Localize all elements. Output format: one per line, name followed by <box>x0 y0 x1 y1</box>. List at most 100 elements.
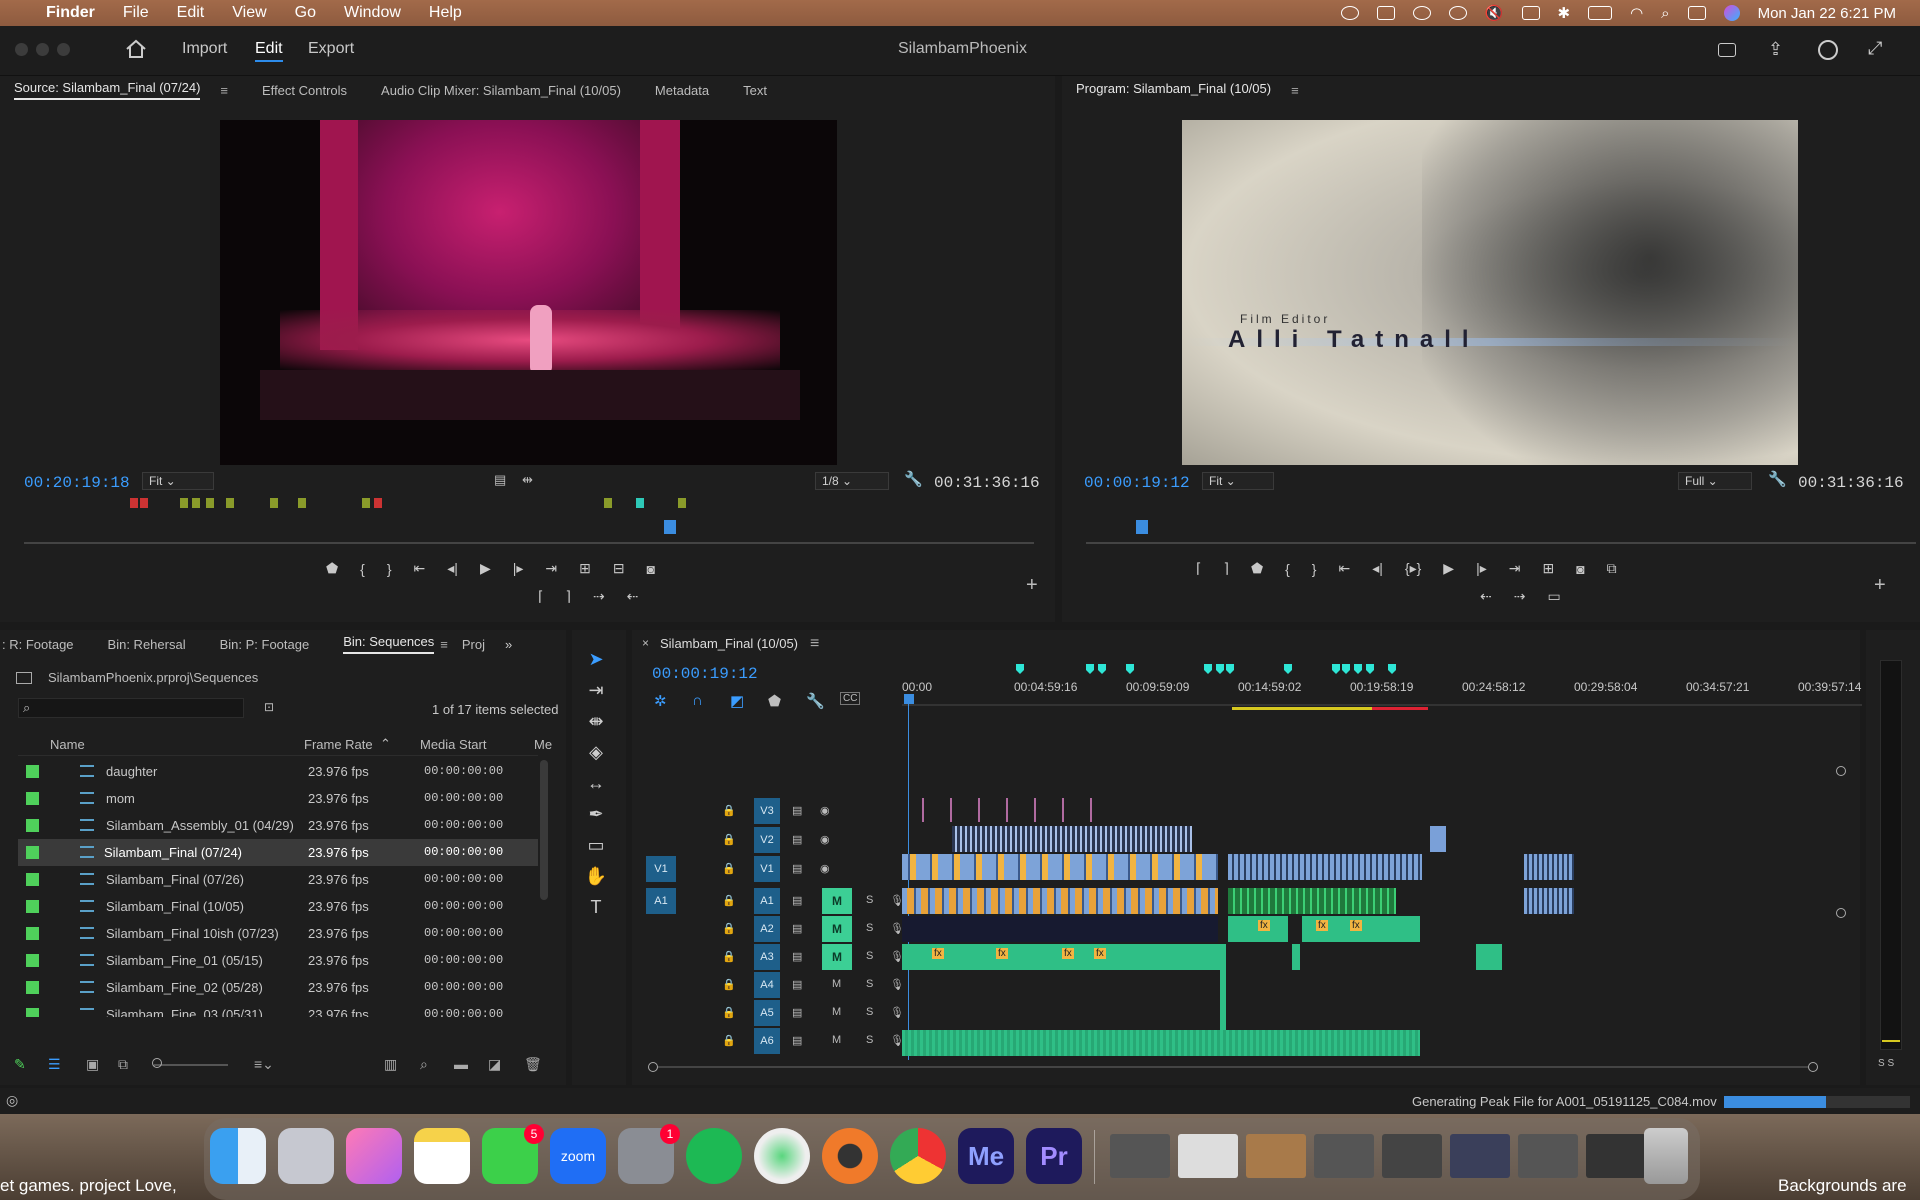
tab-bin-footage-r[interactable]: : R: Footage <box>2 637 74 652</box>
sequence-marker[interactable] <box>1226 664 1234 674</box>
menu-help[interactable]: Help <box>429 4 462 22</box>
lock-icon[interactable]: 🔒 <box>722 1034 736 1047</box>
track-target-a2[interactable]: A2 <box>754 916 780 942</box>
col-frame-rate[interactable]: Frame Rate <box>304 737 373 752</box>
menu-clock[interactable]: Mon Jan 22 6:21 PM <box>1758 5 1896 22</box>
fx-badge[interactable]: fx <box>1316 920 1328 931</box>
source-timecode[interactable]: 00:20:19:18 <box>24 474 130 492</box>
timeline-playhead-head[interactable] <box>904 694 914 704</box>
sequence-marker[interactable] <box>1126 664 1134 674</box>
zoom-app-icon[interactable]: zoom <box>550 1128 606 1184</box>
go-to-next-edit-icon[interactable]: ⇢ <box>593 588 605 605</box>
find-icon[interactable]: ⌕ <box>420 1056 428 1073</box>
play-program-icon[interactable]: ▶ <box>1443 560 1454 577</box>
menu-app-name[interactable]: Finder <box>46 4 95 22</box>
step-back-icon[interactable]: ◂| <box>447 560 458 577</box>
pen-tool-icon[interactable]: ✒ <box>582 799 610 830</box>
compare-icon[interactable]: ⧉ <box>1607 560 1617 577</box>
control-center-icon[interactable] <box>1687 6 1706 20</box>
label-color-swatch[interactable] <box>26 1008 39 1017</box>
clip-v1-b[interactable] <box>1228 854 1422 880</box>
close-sequence-icon[interactable]: × <box>642 636 649 650</box>
lock-icon[interactable]: 🔒 <box>722 833 736 846</box>
zoom-slider[interactable] <box>154 1064 228 1066</box>
lift-icon[interactable]: ⊞ <box>1542 560 1554 577</box>
add-marker-icon[interactable]: ⬟ <box>326 560 338 577</box>
track-target-a6[interactable]: A6 <box>754 1028 780 1054</box>
solo-button[interactable]: S <box>866 950 873 962</box>
siri-icon[interactable] <box>1723 5 1740 21</box>
bin-row[interactable]: daughter 23.976 fps 00:00:00:00 <box>18 758 538 785</box>
tab-sequence[interactable]: Silambam_Final (10/05) <box>660 636 798 651</box>
eye-icon[interactable]: ◉ <box>820 862 830 875</box>
bin-row[interactable]: Silambam_Assembly_01 (04/29) 23.976 fps 00… <box>18 812 538 839</box>
label-color-swatch[interactable] <box>26 792 39 805</box>
share-icon[interactable]: ⇪ <box>1768 39 1783 60</box>
creative-cloud-icon[interactable] <box>1340 6 1359 20</box>
tab-bin-rehersal[interactable]: Bin: Rehersal <box>108 637 186 652</box>
export-frame-icon[interactable]: ◙ <box>647 561 655 577</box>
col-more[interactable]: Me <box>534 737 552 752</box>
clip-v3[interactable] <box>912 798 1102 822</box>
lock-icon[interactable]: 🔒 <box>722 804 736 817</box>
minimize-window-button[interactable] <box>36 43 49 56</box>
menu-view[interactable]: View <box>232 4 266 22</box>
messages-icon[interactable]: 5 <box>482 1124 544 1184</box>
mute-button[interactable]: M <box>822 888 852 914</box>
clip-v2-end[interactable] <box>1430 826 1446 852</box>
tab-bin-sequences[interactable]: Bin: Sequences <box>343 634 435 654</box>
timeline-tracks-area[interactable]: fx fx fx fx fx fx fx <box>902 798 1842 1060</box>
sync-lock-icon[interactable]: ▤ <box>792 894 802 907</box>
home-icon[interactable] <box>125 39 147 59</box>
write-protect-icon[interactable]: ✎ <box>14 1056 26 1073</box>
program-timecode[interactable]: 00:00:19:12 <box>1084 474 1190 492</box>
minimized-window-thumbnail[interactable] <box>1246 1134 1306 1178</box>
minimized-window-thumbnail[interactable] <box>1518 1134 1578 1178</box>
ripple-edit-tool-icon[interactable]: ⇼ <box>582 706 610 737</box>
premiere-pro-icon[interactable]: Pr <box>1026 1128 1082 1184</box>
sync-lock-icon[interactable]: ▤ <box>792 950 802 963</box>
clip-v1-a[interactable] <box>902 854 1218 880</box>
sync-lock-icon[interactable]: ▤ <box>792 862 802 875</box>
go-to-prev-edit-icon[interactable]: ⇠ <box>627 588 639 605</box>
nest-icon[interactable]: ✲ <box>654 692 667 710</box>
solo-button[interactable]: S <box>866 978 873 990</box>
label-color-swatch[interactable] <box>26 927 39 940</box>
minimized-window-thumbnail[interactable] <box>1450 1134 1510 1178</box>
lock-icon[interactable]: 🔒 <box>722 862 736 875</box>
tab-source[interactable]: Source: Silambam_Final (07/24) <box>14 80 201 100</box>
label-color-swatch[interactable] <box>26 819 39 832</box>
tab-effect-controls[interactable]: Effect Controls <box>262 83 347 98</box>
safe-margins-icon[interactable]: ▤ <box>494 472 506 488</box>
play-icon[interactable]: ▶ <box>480 560 491 577</box>
notes-icon[interactable] <box>414 1128 470 1184</box>
bin-scrollbar[interactable] <box>540 760 548 900</box>
sequence-marker[interactable] <box>1366 664 1374 674</box>
sequence-marker[interactable] <box>1204 664 1212 674</box>
minimized-window-thumbnail[interactable] <box>1586 1134 1646 1178</box>
automate-sequence-icon[interactable]: ▥ <box>384 1056 397 1073</box>
go-to-in-program-icon[interactable]: ⇤ <box>1338 560 1350 577</box>
source-scrub-bar[interactable] <box>24 542 1034 544</box>
insert-icon[interactable]: ⊞ <box>579 560 591 577</box>
sequence-marker[interactable] <box>1216 664 1224 674</box>
mark-in-brace-icon[interactable]: { <box>1285 561 1290 577</box>
minimized-window-thumbnail[interactable] <box>1110 1134 1170 1178</box>
source-patch-a1[interactable]: A1 <box>646 888 676 914</box>
sequence-marker[interactable] <box>1016 664 1024 674</box>
go-to-out-icon[interactable]: ⇥ <box>545 560 557 577</box>
close-window-button[interactable] <box>15 43 28 56</box>
fx-badge[interactable]: fx <box>1258 920 1270 931</box>
clip-a3[interactable]: fx fx fx fx <box>902 944 1226 970</box>
clip-a2-c[interactable]: fx fx <box>1302 916 1420 942</box>
origin-icon[interactable] <box>822 1128 878 1184</box>
tab-text[interactable]: Text <box>743 83 767 98</box>
trash-icon[interactable] <box>1644 1128 1688 1184</box>
new-item-icon[interactable]: ◪ <box>488 1056 501 1073</box>
source-resolution-dropdown[interactable]: 1/8 ⌄ <box>815 472 889 490</box>
clip-a4-a5[interactable] <box>1220 970 1226 1030</box>
vr-video-icon[interactable]: ▭ <box>1547 588 1560 605</box>
extract-icon[interactable]: ⇠ <box>1480 588 1492 605</box>
notification-icon[interactable] <box>1376 6 1395 20</box>
tab-project[interactable]: Proj <box>462 637 485 652</box>
